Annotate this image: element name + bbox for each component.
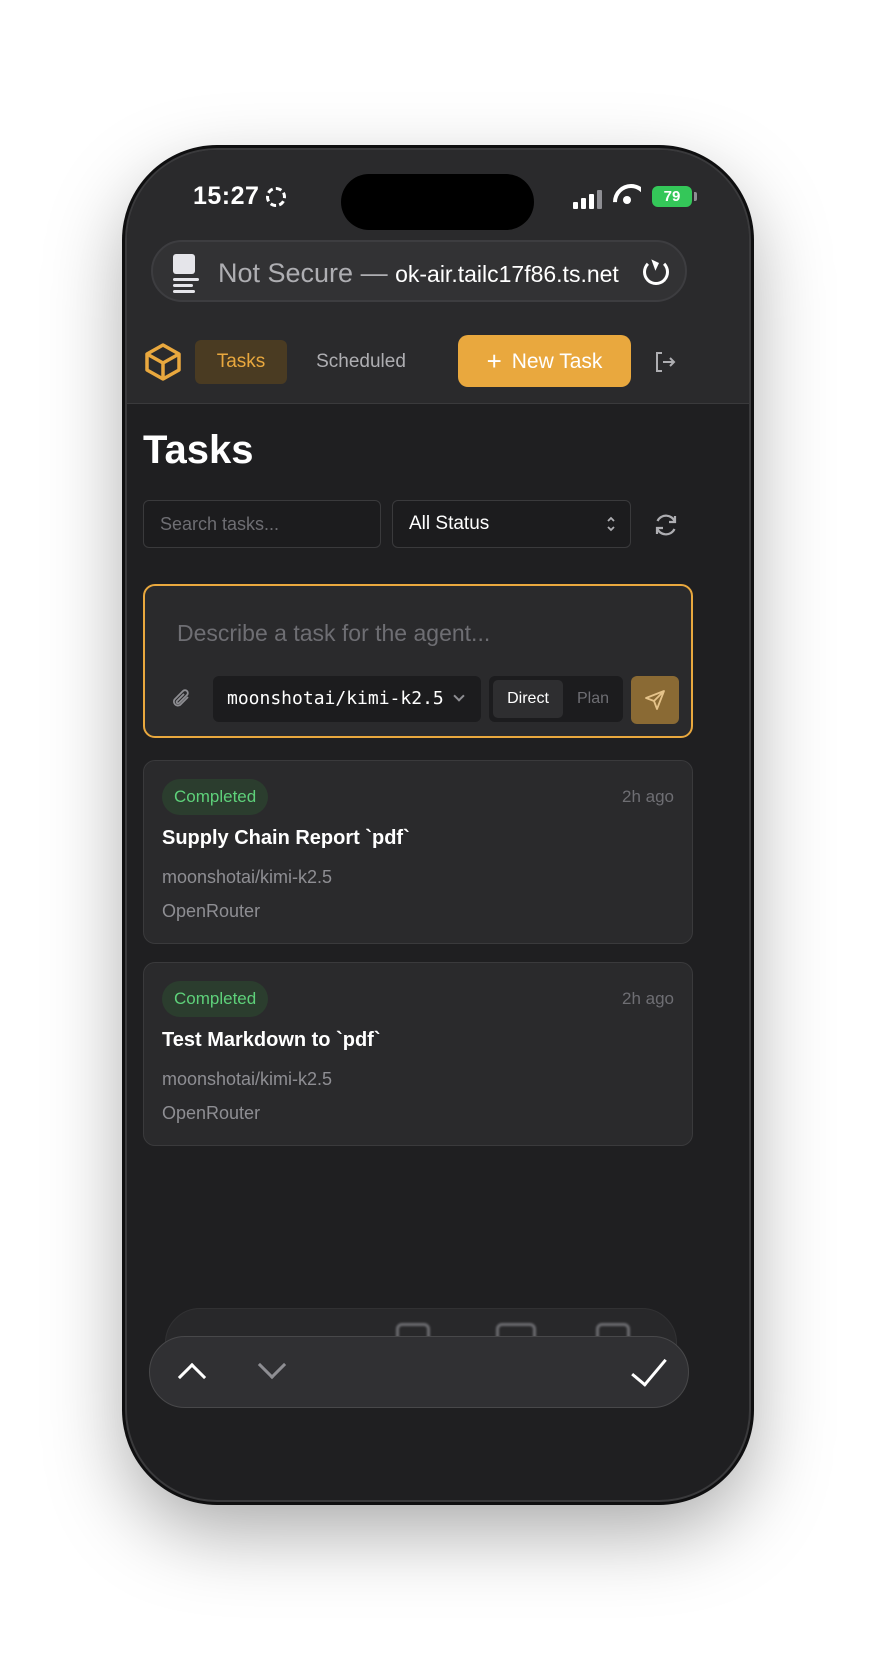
- task-model: moonshotai/kimi-k2.5: [162, 867, 333, 887]
- task-provider: OpenRouter: [162, 901, 261, 921]
- tab-scheduled[interactable]: Scheduled: [297, 340, 425, 384]
- refresh-icon[interactable]: [653, 512, 679, 538]
- model-value: moonshotai/kimi-k2.5: [227, 688, 444, 709]
- logout-icon[interactable]: [653, 350, 677, 374]
- mode-plan[interactable]: Plan: [565, 680, 621, 718]
- reload-icon[interactable]: [643, 259, 669, 285]
- keyboard-accessory-bar: [149, 1336, 689, 1408]
- browser-bar: Not Secure — ok-air.tailc17f86.ts.net: [127, 240, 749, 320]
- task-card[interactable]: Completed 2h ago Test Markdown to `pdf` …: [143, 962, 693, 1146]
- select-chevron-icon: [607, 516, 615, 532]
- wifi-icon: [613, 184, 641, 206]
- gear-icon: [266, 187, 286, 207]
- status-filter-select[interactable]: All Status: [392, 500, 631, 548]
- send-icon: [645, 690, 665, 710]
- task-title: Supply Chain Report `pdf`: [162, 827, 410, 849]
- phone-frame: 15:27 79 Not Secure — ok-air.tailc17f86.…: [127, 150, 749, 1500]
- logo-cube-icon: [145, 343, 181, 381]
- battery-tip: [694, 192, 697, 201]
- page-icon[interactable]: [173, 254, 199, 293]
- task-card[interactable]: Completed 2h ago Supply Chain Report `pd…: [143, 760, 693, 944]
- model-select[interactable]: moonshotai/kimi-k2.5: [213, 676, 481, 722]
- plus-icon: +: [486, 346, 502, 376]
- status-badge: Completed: [162, 779, 269, 815]
- chevron-down-icon: [453, 690, 465, 702]
- send-button[interactable]: [631, 676, 679, 724]
- status-time: 15:27: [193, 182, 260, 210]
- battery-indicator: 79: [652, 186, 692, 207]
- tab-tasks[interactable]: Tasks: [195, 340, 287, 384]
- new-task-label: New Task: [511, 350, 603, 373]
- url-security-label: Not Secure —: [218, 258, 396, 288]
- page-title: Tasks: [143, 428, 254, 472]
- composer-input[interactable]: Describe a task for the agent...: [177, 620, 490, 647]
- url-text[interactable]: Not Secure — ok-air.tailc17f86.ts.net: [218, 258, 638, 289]
- app-header: Tasks Scheduled + New Task: [127, 320, 749, 404]
- task-time: 2h ago: [622, 787, 674, 806]
- task-provider: OpenRouter: [162, 1103, 261, 1123]
- mode-toggle: Direct Plan: [489, 676, 623, 722]
- chevron-down-icon[interactable]: [257, 1350, 287, 1380]
- mode-direct[interactable]: Direct: [493, 680, 563, 718]
- signal-icon: [573, 190, 602, 209]
- task-title: Test Markdown to `pdf`: [162, 1029, 381, 1051]
- search-input[interactable]: [143, 500, 381, 548]
- url-bar[interactable]: Not Secure — ok-air.tailc17f86.ts.net: [151, 240, 687, 302]
- task-time: 2h ago: [622, 989, 674, 1008]
- new-task-button[interactable]: + New Task: [458, 335, 631, 387]
- task-model: moonshotai/kimi-k2.5: [162, 1069, 333, 1089]
- url-domain: ok-air.tailc17f86.ts.net: [395, 261, 619, 287]
- status-bar: 15:27 79: [127, 150, 749, 240]
- checkmark-icon[interactable]: [631, 1349, 667, 1387]
- chevron-up-icon[interactable]: [177, 1362, 207, 1392]
- task-composer[interactable]: Describe a task for the agent... moonsho…: [143, 584, 693, 738]
- status-filter-value: All Status: [409, 513, 490, 534]
- paperclip-icon[interactable]: [171, 686, 193, 712]
- dynamic-island: [341, 174, 534, 230]
- status-badge: Completed: [162, 981, 269, 1017]
